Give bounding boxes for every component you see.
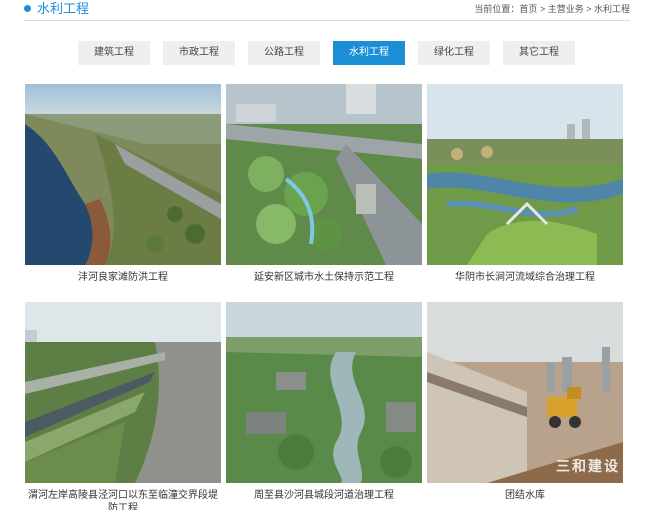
project-card[interactable]: 沣河良家滩防洪工程	[25, 84, 221, 284]
project-image[interactable]	[25, 84, 221, 265]
page-header: 水利工程 当前位置：首页 > 主营业务 > 水利工程	[0, 0, 660, 26]
tab-landscaping[interactable]: 绿化工程	[418, 41, 490, 65]
breadcrumb-section-link[interactable]: 主营业务	[548, 4, 584, 14]
tab-water-conservancy[interactable]: 水利工程	[333, 41, 405, 65]
breadcrumb-prefix: 当前位置：	[474, 4, 520, 14]
project-card[interactable]: 渭河左岸高陵县泾河口以东至临潼交界段堤防工程	[25, 302, 221, 510]
project-image[interactable]	[25, 302, 221, 483]
breadcrumb-separator: >	[537, 4, 548, 14]
tab-highway[interactable]: 公路工程	[248, 41, 320, 65]
breadcrumb-separator: >	[583, 4, 594, 14]
project-caption[interactable]: 沣河良家滩防洪工程	[25, 271, 221, 284]
tab-other[interactable]: 其它工程	[503, 41, 575, 65]
breadcrumb-current: 水利工程	[593, 4, 630, 14]
company-watermark: 三和建设	[556, 458, 620, 474]
tab-municipal[interactable]: 市政工程	[163, 41, 235, 65]
project-caption[interactable]: 华阴市长涧河流域综合治理工程	[427, 271, 623, 284]
tab-building[interactable]: 建筑工程	[78, 41, 150, 65]
breadcrumb-home-link[interactable]: 首页	[519, 4, 537, 14]
project-caption[interactable]: 渭河左岸高陵县泾河口以东至临潼交界段堤防工程	[25, 489, 221, 510]
project-caption[interactable]: 团结水库	[427, 489, 623, 502]
project-caption[interactable]: 延安新区城市水土保持示范工程	[226, 271, 422, 284]
project-image[interactable]	[226, 302, 422, 483]
project-card[interactable]: 延安新区城市水土保持示范工程	[226, 84, 422, 284]
project-card[interactable]: 华阴市长涧河流域综合治理工程	[427, 84, 623, 284]
project-caption[interactable]: 周至县沙河县城段河道治理工程	[226, 489, 422, 502]
header-divider	[24, 20, 630, 21]
title-bullet-icon	[24, 5, 31, 12]
project-card[interactable]: 周至县沙河县城段河道治理工程	[226, 302, 422, 502]
category-tabs: 建筑工程 市政工程 公路工程 水利工程 绿化工程 其它工程	[78, 41, 588, 65]
breadcrumb: 当前位置：首页 > 主营业务 > 水利工程	[474, 3, 630, 15]
project-image[interactable]	[226, 84, 422, 265]
page-title: 水利工程	[37, 1, 90, 16]
project-image[interactable]	[427, 84, 623, 265]
